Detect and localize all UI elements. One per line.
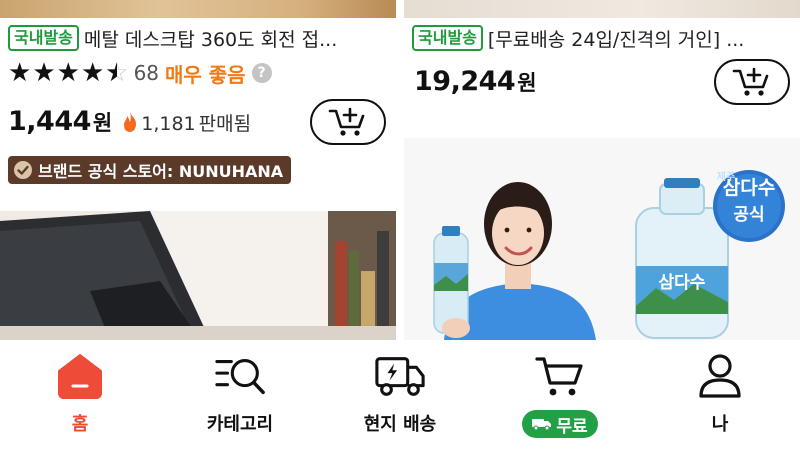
product-image-top[interactable] <box>0 0 396 18</box>
star-icon: ★ <box>56 58 80 88</box>
add-cart-icon <box>328 107 365 136</box>
person-icon <box>699 354 741 398</box>
cart-icon <box>535 357 583 396</box>
sold-count: 1,181 <box>141 113 196 135</box>
bottom-navigation: 홈 카테고리 현지 배송 무료 나 <box>0 340 800 450</box>
help-icon[interactable]: ? <box>251 63 272 83</box>
nav-me[interactable]: 나 <box>640 340 800 450</box>
column-gap <box>396 0 404 340</box>
add-to-cart-button[interactable] <box>310 99 386 145</box>
verified-check-icon <box>14 161 32 179</box>
official-store-badge[interactable]: 브랜드 공식 스토어: NUNUHANA <box>8 156 292 184</box>
nav-home-label: 홈 <box>71 414 89 435</box>
nav-home[interactable]: 홈 <box>0 340 160 450</box>
nav-free-label: 무료 <box>556 416 588 437</box>
product-image-water-ad[interactable]: 삼다수 제주 삼다수 공식 <box>404 138 800 340</box>
price-row: 1,444 원 1,181 판매됨 <box>8 106 251 137</box>
product-image-top[interactable] <box>404 0 800 18</box>
category-search-icon <box>215 359 265 395</box>
home-icon <box>58 354 102 399</box>
brand-name: 삼다수 <box>723 177 775 199</box>
half-star-icon: ☆ ★ <box>105 58 129 88</box>
nav-local-delivery-label: 현지 배송 <box>363 414 437 435</box>
store-badge-label: 브랜드 공식 스토어: NUNUHANA <box>38 162 284 181</box>
product-title-row[interactable]: 국내발송 메탈 데스크탑 360도 회전 접... <box>8 24 388 52</box>
rating-stars: ★ ★ ★ ★ ☆ ★ <box>8 60 130 86</box>
star-icon: ★ <box>8 58 32 88</box>
domestic-shipping-badge: 국내발송 <box>8 25 79 51</box>
star-icon: ★ <box>32 58 56 88</box>
add-cart-icon <box>732 67 769 96</box>
star-icon: ★ <box>80 58 105 88</box>
rating-row: ★ ★ ★ ★ ☆ ★ 68 매우 좋음 ? <box>8 58 272 88</box>
nav-category[interactable]: 카테고리 <box>160 340 320 450</box>
nav-category-label: 카테고리 <box>206 414 274 435</box>
price-row: 19,244 원 <box>414 66 537 97</box>
add-to-cart-button[interactable] <box>714 59 790 105</box>
product-title-row[interactable]: 국내발송 [무료배송 24입/진격의 거인] ... <box>412 24 792 52</box>
nav-local-delivery[interactable]: 현지 배송 <box>320 340 480 450</box>
free-badge: 무료 <box>522 410 598 438</box>
small-truck-icon <box>532 419 552 431</box>
sold-label: 판매됨 <box>198 113 252 135</box>
app-screen: 국내발송 메탈 데스크탑 360도 회전 접... ★ ★ ★ ★ ☆ ★ 68 … <box>0 0 800 450</box>
price-value: 1,444 <box>8 106 91 137</box>
rating-word: 매우 좋음 <box>165 62 246 87</box>
price-currency: 원 <box>517 71 537 95</box>
bottle-label: 삼다수 <box>659 273 706 293</box>
domestic-shipping-badge: 국내발송 <box>412 25 483 51</box>
review-count: 68 <box>133 61 160 85</box>
product-title[interactable]: [무료배송 24입/진격의 거인] ... <box>488 25 744 52</box>
fire-icon <box>122 111 138 137</box>
price-currency: 원 <box>92 111 113 135</box>
product-title[interactable]: 메탈 데스크탑 360도 회전 접... <box>84 25 337 52</box>
product-card-left[interactable]: 국내발송 메탈 데스크탑 360도 회전 접... ★ ★ ★ ★ ☆ ★ 68 … <box>0 0 396 340</box>
price-value: 19,244 <box>414 66 516 97</box>
product-image-laptop-stand[interactable] <box>0 211 396 340</box>
official-label: 공식 <box>733 205 764 225</box>
nav-me-label: 나 <box>711 414 729 435</box>
delivery-truck-icon <box>375 357 425 396</box>
nav-free[interactable]: 무료 <box>480 340 640 450</box>
